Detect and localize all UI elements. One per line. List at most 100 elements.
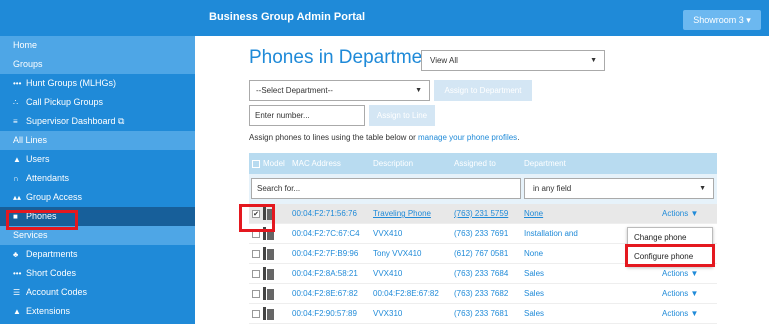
assign-to-line-button[interactable]: Assign to Line — [369, 105, 435, 126]
search-input[interactable]: Search for... — [251, 178, 521, 199]
view-select[interactable]: View All ▼ — [421, 50, 605, 71]
sidebar-item-icon: ••• — [13, 79, 22, 88]
sidebar-item-label: Hunt Groups (MLHGs) — [26, 78, 117, 88]
sidebar-item-groups[interactable]: Groups — [0, 55, 195, 74]
sidebar-item-icon: ▲ — [13, 155, 21, 164]
chevron-down-icon: ▼ — [699, 185, 706, 192]
department-select-value: --Select Department-- — [256, 86, 333, 95]
sidebar-item-label: Attendants — [26, 173, 70, 183]
actions-button[interactable]: Actions ▼ — [662, 289, 698, 298]
sidebar-item-home[interactable]: Home — [0, 36, 195, 55]
department-select[interactable]: --Select Department-- ▼ — [249, 80, 430, 101]
sidebar-header — [0, 0, 195, 36]
assigned-to-cell[interactable]: (763) 233 7684 — [454, 269, 508, 278]
select-all-checkbox[interactable] — [252, 160, 260, 168]
sidebar-item-supervisor-dashboard[interactable]: ≡ Supervisor Dashboard ⧉ — [0, 112, 195, 131]
row-checkbox[interactable] — [252, 270, 260, 278]
description-cell[interactable]: Traveling Phone — [373, 209, 431, 218]
chevron-down-icon: ▼ — [415, 87, 422, 94]
sidebar-item-hunt-groups-mlhgs[interactable]: ••• Hunt Groups (MLHGs) — [0, 74, 195, 93]
sidebar-item-label: Services — [13, 230, 48, 240]
description-cell[interactable]: VVX410 — [373, 269, 402, 278]
sidebar-item-label: Users — [26, 154, 50, 164]
table-row[interactable]: 00:04:F2:90:57:89 VVX310 (763) 233 7681 Sal… — [249, 304, 717, 324]
sidebar-item-icon: ∴ — [13, 98, 19, 107]
filter-row: Search for... in any field ▼ — [249, 174, 717, 204]
sidebar-item-label: Short Codes — [26, 268, 77, 278]
field-select[interactable]: in any field ▼ — [524, 178, 714, 199]
table-row[interactable]: 00:04:F2:8E:67:82 00:04:F2:8E:67:82 (763) … — [249, 284, 717, 304]
sidebar-item-icon: ≡ — [13, 117, 18, 126]
page-title: Phones in Department: — [249, 47, 444, 68]
description-cell[interactable]: VVX410 — [373, 229, 402, 238]
number-input[interactable]: Enter number... — [249, 105, 365, 126]
department-cell[interactable]: Sales — [524, 289, 544, 298]
actions-button[interactable]: Actions ▼ — [662, 269, 698, 278]
manage-phone-profiles-link[interactable]: manage your phone profiles — [418, 133, 517, 142]
sidebar-item-label: Departments — [26, 249, 78, 259]
assigned-to-cell[interactable]: (763) 233 7682 — [454, 289, 508, 298]
desk-phone-icon — [263, 247, 274, 260]
sidebar-item-label: All Lines — [13, 135, 48, 145]
department-cell[interactable]: Sales — [524, 269, 544, 278]
assign-to-department-button[interactable]: Assign to Department — [434, 80, 532, 101]
col-mac[interactable]: MAC Address — [292, 159, 341, 168]
department-cell[interactable]: None — [524, 249, 543, 258]
sidebar-item-departments[interactable]: ♣ Departments — [0, 245, 195, 264]
chevron-down-icon: ▼ — [590, 57, 597, 64]
description-cell[interactable]: Tony VVX410 — [373, 249, 421, 258]
sidebar-item-label: Call Pickup Groups — [26, 97, 104, 107]
sidebar-item-group-access[interactable]: ▴▴ Group Access — [0, 188, 195, 207]
sidebar-item-all-lines[interactable]: All Lines — [0, 131, 195, 150]
description-cell[interactable]: VVX310 — [373, 309, 402, 318]
phones-highlight-box — [6, 210, 78, 230]
sidebar-item-icon: ••• — [13, 269, 22, 278]
help-text-suffix: . — [517, 133, 520, 142]
actions-button[interactable]: Actions ▼ — [662, 309, 698, 318]
mac-address-cell: 00:04:F2:90:57:89 — [292, 309, 357, 318]
sidebar-item-label: Extensions — [26, 306, 71, 316]
showroom-button[interactable]: Showroom 3 ▾ — [683, 10, 761, 30]
sidebar-item-label: Groups — [13, 59, 43, 69]
mac-address-cell: 00:04:F2:8A:58:21 — [292, 269, 358, 278]
assigned-to-cell[interactable]: (763) 233 7691 — [454, 229, 508, 238]
main-content: Phones in Department: View All ▼ --Selec… — [195, 36, 769, 324]
top-bar: Business Group Admin Portal Showroom 3 ▾ — [195, 0, 769, 36]
mac-address-cell: 00:04:F2:7F:B9:96 — [292, 249, 359, 258]
help-text: Assign phones to lines using the table b… — [249, 133, 519, 142]
row-checkbox-highlight-box — [239, 204, 275, 232]
sidebar-item-label: Account Codes — [26, 287, 88, 297]
table-row[interactable]: ✔ 00:04:F2:71:56:76 Traveling Phone (763) 2… — [249, 204, 717, 224]
department-cell[interactable]: None — [524, 209, 543, 218]
actions-button[interactable]: Actions ▼ — [662, 209, 698, 218]
sidebar-item-account-codes[interactable]: ☰ Account Codes — [0, 283, 195, 302]
help-text-prefix: Assign phones to lines using the table b… — [249, 133, 418, 142]
department-cell[interactable]: Installation and — [524, 229, 578, 238]
col-department[interactable]: Department — [524, 159, 566, 168]
sidebar-item-extensions[interactable]: ▲ Extensions — [0, 302, 195, 321]
sidebar-item-attendants[interactable]: ∩ Attendants — [0, 169, 195, 188]
sidebar-item-label: Home — [13, 40, 38, 50]
sidebar-item-short-codes[interactable]: ••• Short Codes — [0, 264, 195, 283]
sidebar-item-label: Supervisor Dashboard ⧉ — [26, 116, 125, 126]
field-select-value: in any field — [533, 184, 572, 193]
col-description[interactable]: Description — [373, 159, 413, 168]
table-row[interactable]: 00:04:F2:8A:58:21 VVX410 (763) 233 7684 Sal… — [249, 264, 717, 284]
sidebar-item-icon: ☰ — [13, 288, 21, 297]
assigned-to-cell[interactable]: (612) 767 0581 — [454, 249, 508, 258]
sidebar-item-icon: ♣ — [13, 250, 19, 259]
row-checkbox[interactable] — [252, 250, 260, 258]
description-cell[interactable]: 00:04:F2:8E:67:82 — [373, 289, 439, 298]
mac-address-cell: 00:04:F2:8E:67:82 — [292, 289, 358, 298]
sidebar-item-call-pickup-groups[interactable]: ∴ Call Pickup Groups — [0, 93, 195, 112]
row-checkbox[interactable] — [252, 310, 260, 318]
col-model[interactable]: Model — [263, 159, 285, 168]
department-cell[interactable]: Sales — [524, 309, 544, 318]
sidebar-item-users[interactable]: ▲ Users — [0, 150, 195, 169]
assigned-to-cell[interactable]: (763) 231 5759 — [454, 209, 508, 218]
assigned-to-cell[interactable]: (763) 233 7681 — [454, 309, 508, 318]
sidebar-item-icon: ▲ — [13, 307, 21, 316]
configure-phone-highlight-box — [625, 244, 715, 267]
row-checkbox[interactable] — [252, 290, 260, 298]
col-assigned-to[interactable]: Assigned to — [454, 159, 496, 168]
